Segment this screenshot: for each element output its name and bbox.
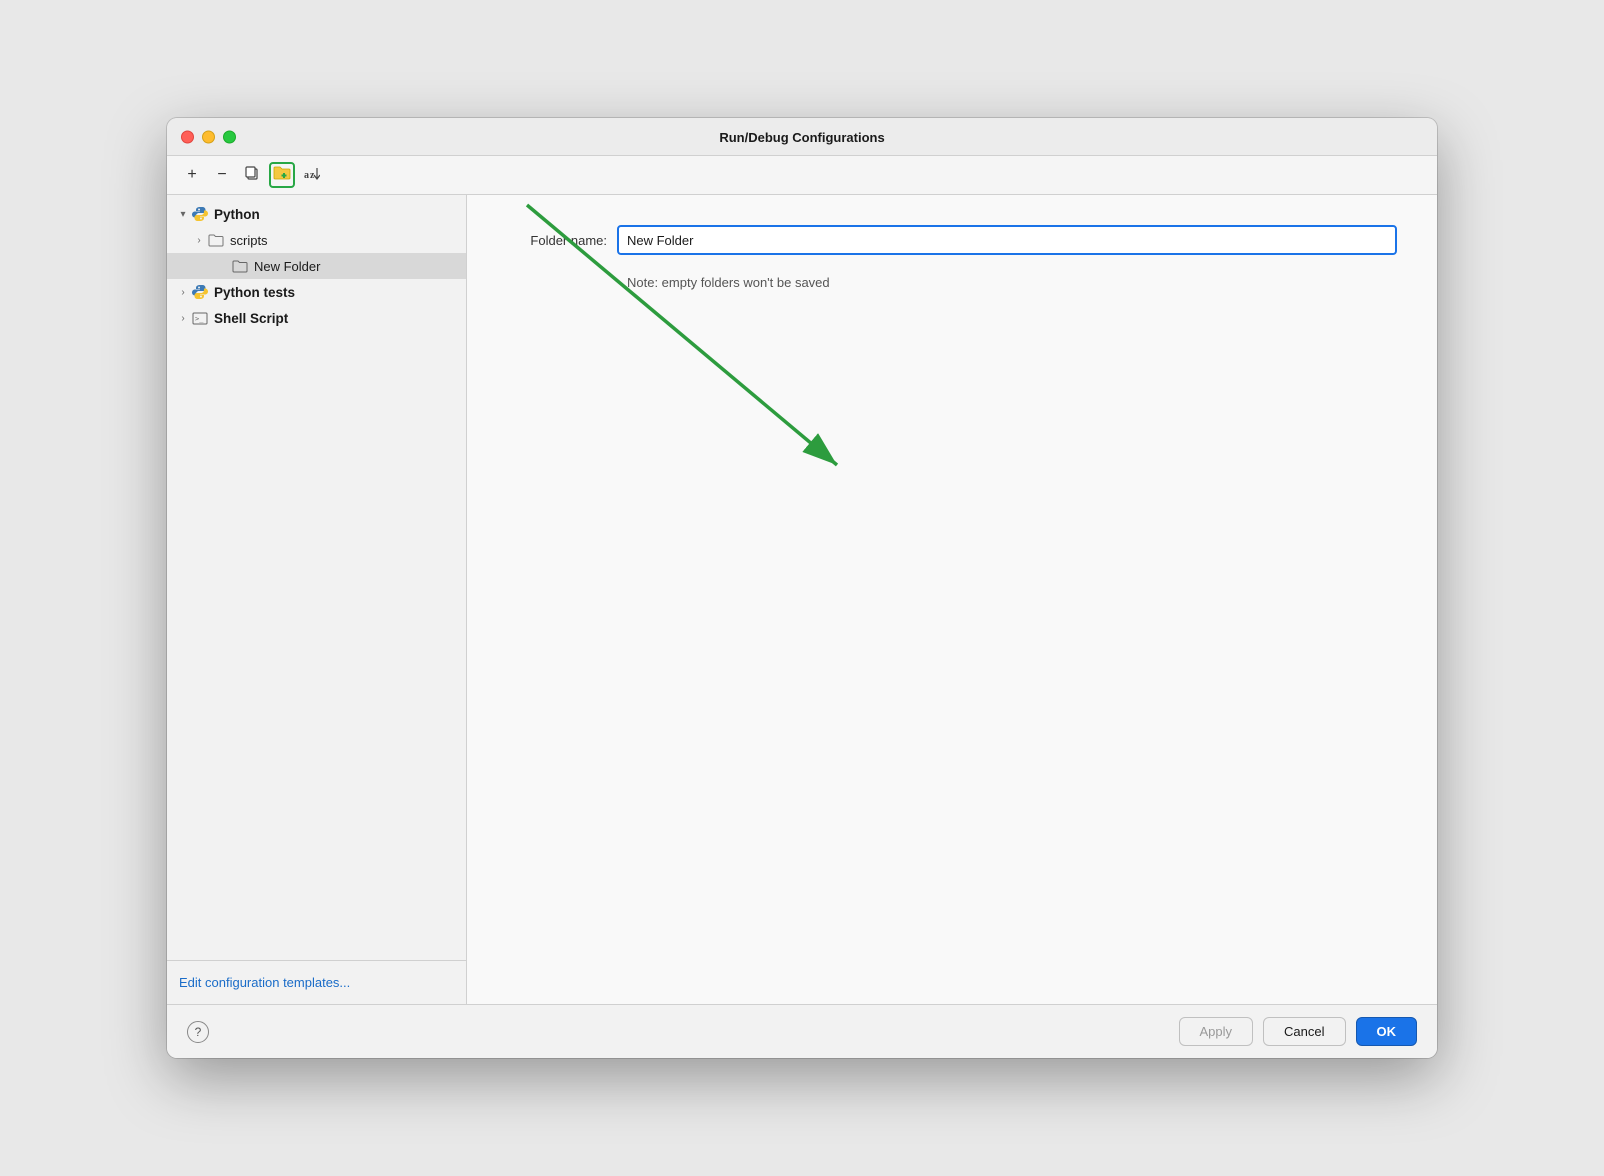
folder-name-input[interactable] (617, 225, 1397, 255)
sidebar-footer: Edit configuration templates... (167, 960, 466, 1004)
sidebar: ▾ Python › (167, 195, 467, 1004)
sidebar-tree: ▾ Python › (167, 195, 466, 960)
plus-icon: + (187, 166, 196, 184)
remove-configuration-button[interactable]: − (209, 162, 235, 188)
bottom-bar: ? Apply Cancel OK (167, 1004, 1437, 1058)
folder-empty-icon (231, 257, 249, 275)
note-text: Note: empty folders won't be saved (627, 275, 1397, 290)
spacer-icon (215, 258, 231, 274)
python-icon (191, 205, 209, 223)
bottom-right: Apply Cancel OK (1179, 1017, 1418, 1046)
sidebar-item-python-tests[interactable]: › Python tests (167, 279, 466, 305)
window-title: Run/Debug Configurations (719, 130, 884, 145)
copy-icon (244, 165, 260, 186)
minus-icon: − (217, 166, 226, 184)
copy-configuration-button[interactable] (239, 162, 265, 188)
bottom-left: ? (187, 1021, 209, 1043)
sidebar-item-new-folder[interactable]: New Folder (167, 253, 466, 279)
svg-text:>_: >_ (195, 315, 204, 323)
folder-name-label: Folder name: (507, 233, 617, 248)
minimize-button[interactable] (202, 130, 215, 143)
edit-templates-link[interactable]: Edit configuration templates... (179, 975, 350, 990)
ok-button[interactable]: OK (1356, 1017, 1418, 1046)
main-content: ▾ Python › (167, 195, 1437, 1004)
sidebar-item-shell-script[interactable]: › >_ Shell Script (167, 305, 466, 331)
chevron-right-icon: › (191, 232, 207, 248)
maximize-button[interactable] (223, 130, 236, 143)
python-tests-icon (191, 283, 209, 301)
toolbar: + − a (167, 156, 1437, 195)
sort-button[interactable]: a z (299, 162, 325, 188)
new-folder-button[interactable] (269, 162, 295, 188)
main-window: Run/Debug Configurations + − (167, 118, 1437, 1058)
folder-name-row: Folder name: (507, 225, 1397, 255)
scripts-label: scripts (230, 233, 268, 248)
title-bar: Run/Debug Configurations (167, 118, 1437, 156)
python-tests-label: Python tests (214, 285, 295, 300)
traffic-lights (181, 130, 236, 143)
new-folder-label: New Folder (254, 259, 320, 274)
apply-button[interactable]: Apply (1179, 1017, 1254, 1046)
new-folder-icon (273, 165, 291, 186)
sidebar-item-python[interactable]: ▾ Python (167, 201, 466, 227)
close-button[interactable] (181, 130, 194, 143)
sort-icon: a z (304, 166, 320, 185)
shell-icon: >_ (191, 309, 209, 327)
python-label: Python (214, 207, 260, 222)
shell-script-label: Shell Script (214, 311, 288, 326)
chevron-right-icon-tests: › (175, 284, 191, 300)
folder-icon (207, 231, 225, 249)
svg-text:a: a (304, 170, 309, 181)
add-configuration-button[interactable]: + (179, 162, 205, 188)
sidebar-item-scripts[interactable]: › scripts (167, 227, 466, 253)
help-button[interactable]: ? (187, 1021, 209, 1043)
cancel-button[interactable]: Cancel (1263, 1017, 1345, 1046)
chevron-right-icon-shell: › (175, 310, 191, 326)
chevron-down-icon: ▾ (175, 206, 191, 222)
right-panel: Folder name: Note: empty folders won't b… (467, 195, 1437, 1004)
